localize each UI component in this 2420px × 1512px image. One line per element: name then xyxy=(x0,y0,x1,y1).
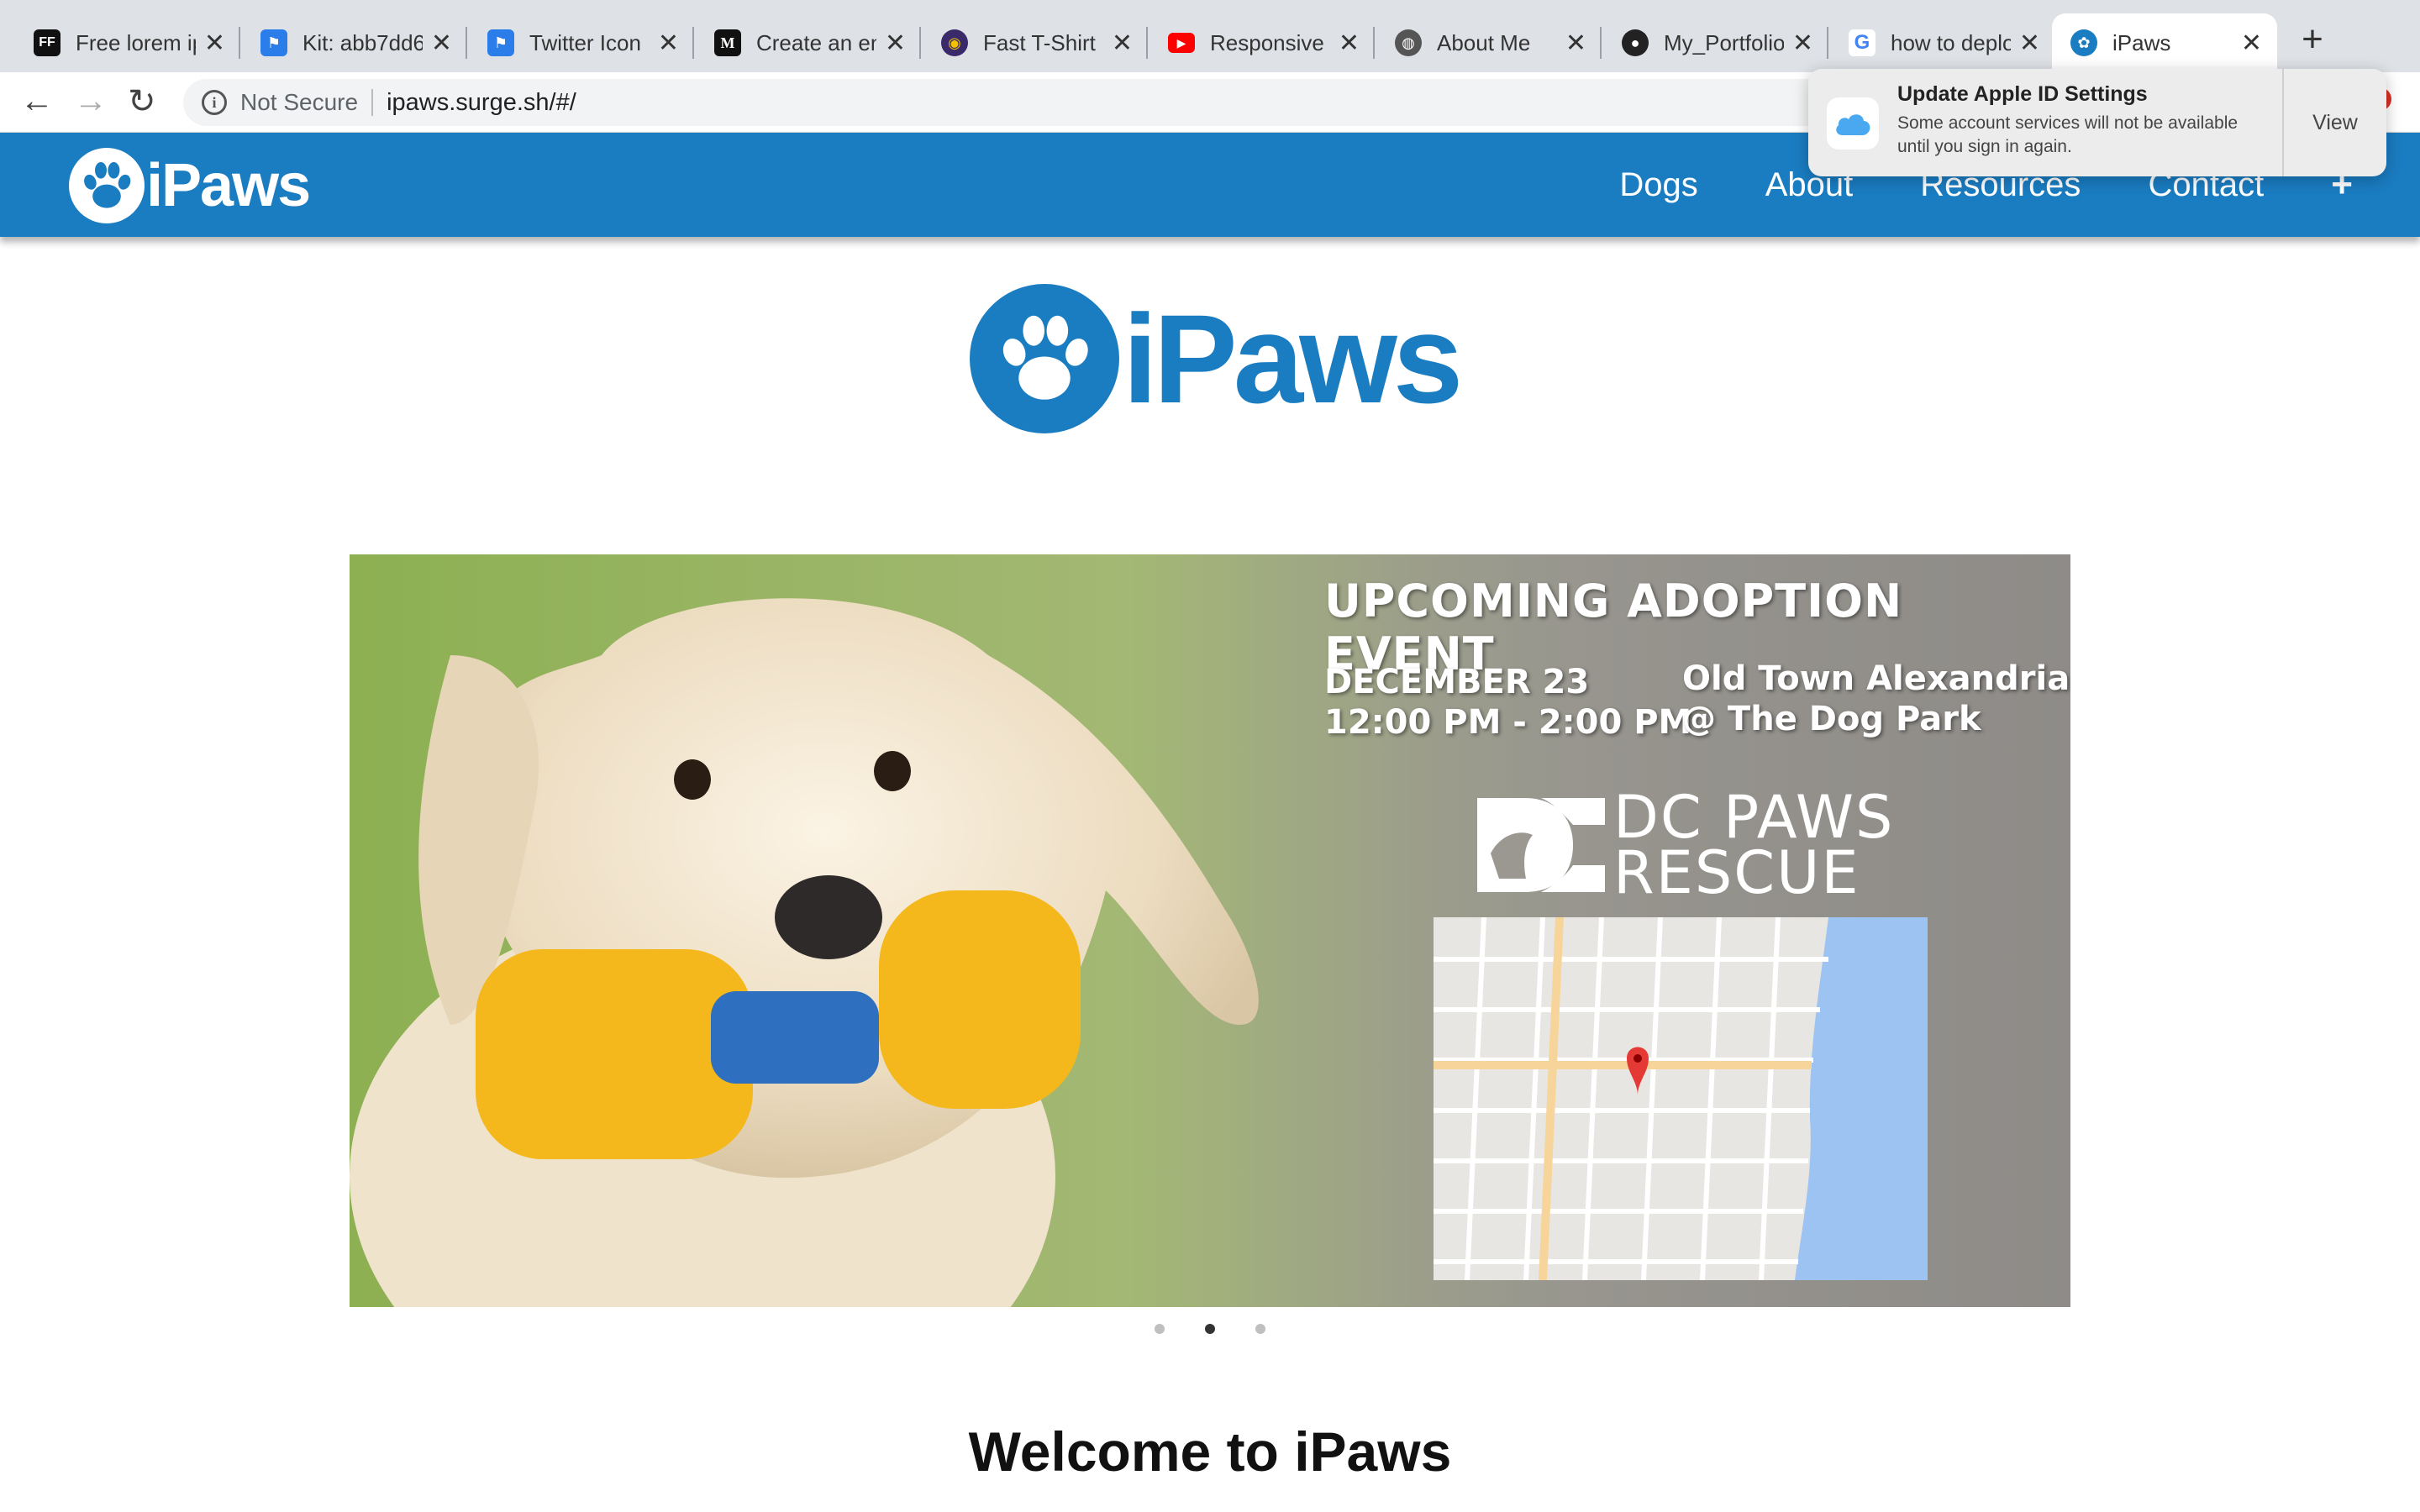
tab-title: Twitter Icon xyxy=(529,29,641,55)
flag-icon: ⚑ xyxy=(487,29,514,56)
notification-title: Update Apple ID Settings xyxy=(1897,82,2148,106)
tab-title: Fast T-Shirt xyxy=(983,29,1096,55)
close-tab-icon[interactable]: ✕ xyxy=(1339,29,1360,58)
event-venue-line: @ The Dog Park xyxy=(1682,700,1981,738)
info-icon[interactable]: i xyxy=(202,90,227,115)
dc-paws-wordmark: DC PAWS RESCUE xyxy=(1613,783,1895,907)
notification-view-button[interactable]: View xyxy=(2284,69,2386,176)
carousel-indicators xyxy=(0,1324,2420,1334)
org-name-line: DC PAWS xyxy=(1613,783,1895,852)
paw-icon: ✿ xyxy=(2070,29,2097,56)
medium-icon: M xyxy=(714,29,741,56)
tab-strip: FF Free lorem ipsum ✕ ⚑ Kit: abb7dd6 ✕ ⚑… xyxy=(0,0,2420,72)
security-label: Not Secure xyxy=(240,89,359,115)
tab-separator xyxy=(919,27,921,59)
nav-link-dogs[interactable]: Dogs xyxy=(1619,166,1697,204)
carousel-dot[interactable] xyxy=(1255,1324,1265,1334)
notification-body: Update Apple ID Settings Some account se… xyxy=(1897,82,2259,176)
event-location: Old Town Alexandria @ The Dog Park xyxy=(1682,659,2070,739)
tab-title: My_Portfolio xyxy=(1664,29,1784,55)
org-name-line: RESCUE xyxy=(1613,838,1860,907)
url-text[interactable]: ipaws.surge.sh/#/ xyxy=(387,89,576,117)
dc-paws-rescue-logo: DC PAWS RESCUE xyxy=(1474,783,1895,907)
browser-tab[interactable]: ◍ About Me ✕ xyxy=(1376,13,1602,72)
github-icon: ● xyxy=(1622,29,1649,56)
tab-title: Free lorem ipsum xyxy=(76,29,196,55)
browser-tab[interactable]: G how to deplo ✕ xyxy=(1830,13,2055,72)
tab-title: Responsive xyxy=(1210,29,1324,55)
close-tab-icon[interactable]: ✕ xyxy=(1792,29,1813,58)
event-date: DECEMBER 23 12:00 PM - 2:00 PM xyxy=(1324,662,1691,743)
close-tab-icon[interactable]: ✕ xyxy=(1112,29,1133,58)
globe-icon: ◍ xyxy=(1395,29,1422,56)
browser-tab[interactable]: FF Free lorem ipsum ✕ xyxy=(15,13,240,72)
hero-brand-name: iPaws xyxy=(1123,287,1463,429)
icloud-icon xyxy=(1827,97,1879,150)
browser-tab[interactable]: ⚑ Kit: abb7dd6 ✕ xyxy=(242,13,467,72)
omnibox[interactable]: i Not Secure ipaws.surge.sh/#/ xyxy=(183,79,1864,126)
close-tab-icon[interactable]: ✕ xyxy=(2019,29,2040,58)
tab-separator xyxy=(239,27,240,59)
google-icon: G xyxy=(1849,29,1876,56)
welcome-heading: Welcome to iPaws xyxy=(968,1420,1452,1483)
browser-tab[interactable]: ⚑ Twitter Icon ✕ xyxy=(469,13,694,72)
carousel-dot[interactable] xyxy=(1155,1324,1165,1334)
close-tab-icon[interactable]: ✕ xyxy=(2241,29,2262,58)
browser-tab[interactable]: ▶ Responsive ✕ xyxy=(1150,13,1375,72)
tab-separator xyxy=(466,27,467,59)
tab-title: Create an en xyxy=(756,29,876,55)
browser-tab[interactable]: M Create an en ✕ xyxy=(696,13,921,72)
close-tab-icon[interactable]: ✕ xyxy=(885,29,906,58)
browser-tab[interactable]: ◉ Fast T-Shirt ✕ xyxy=(923,13,1148,72)
event-location-line: Old Town Alexandria xyxy=(1682,659,2070,698)
tab-separator xyxy=(1146,27,1148,59)
tab-separator xyxy=(692,27,694,59)
paw-icon xyxy=(970,284,1119,433)
close-tab-icon[interactable]: ✕ xyxy=(431,29,452,58)
tab-separator xyxy=(1373,27,1375,59)
tab-separator xyxy=(1827,27,1828,59)
forward-arrow-icon[interactable]: → xyxy=(74,82,108,120)
divider xyxy=(371,89,374,116)
tab-separator xyxy=(1600,27,1602,59)
carousel-slide[interactable]: UPCOMING ADOPTION EVENT DECEMBER 23 12:0… xyxy=(350,554,2070,1307)
close-tab-icon[interactable]: ✕ xyxy=(658,29,679,58)
tab-title: iPaws xyxy=(2112,29,2171,55)
shirt-icon: ◉ xyxy=(941,29,968,56)
close-tab-icon[interactable]: ✕ xyxy=(204,29,225,58)
tab-title: About Me xyxy=(1437,29,1531,55)
apple-id-notification[interactable]: Update Apple ID Settings Some account se… xyxy=(1808,69,2386,176)
browser-tab-active[interactable]: ✿ iPaws ✕ xyxy=(2052,13,2277,72)
reload-icon[interactable]: ↻ xyxy=(128,82,156,121)
brand-logo[interactable]: iPaws xyxy=(69,148,311,223)
tab-title: how to deplo xyxy=(1891,29,2011,55)
paw-icon xyxy=(69,148,145,223)
tab-title: Kit: abb7dd6 xyxy=(302,29,423,55)
close-tab-icon[interactable]: ✕ xyxy=(1565,29,1586,58)
browser-tab[interactable]: ● My_Portfolio ✕ xyxy=(1603,13,1828,72)
flag-icon: ⚑ xyxy=(260,29,287,56)
event-time-line: 12:00 PM - 2:00 PM xyxy=(1324,703,1692,742)
carousel-dot-active[interactable] xyxy=(1205,1324,1215,1334)
ff-icon: FF xyxy=(34,29,60,56)
event-map xyxy=(1434,917,1928,1280)
event-date-line: DECEMBER 23 xyxy=(1324,663,1590,701)
youtube-icon: ▶ xyxy=(1168,33,1195,53)
notification-message: Some account services will not be availa… xyxy=(1897,113,2238,156)
hero-logo: iPaws xyxy=(970,284,1463,433)
dc-paws-mark-icon xyxy=(1477,798,1605,892)
brand-name: iPaws xyxy=(146,152,311,219)
back-arrow-icon[interactable]: ← xyxy=(20,82,54,120)
new-tab-button[interactable]: + xyxy=(2294,18,2331,60)
